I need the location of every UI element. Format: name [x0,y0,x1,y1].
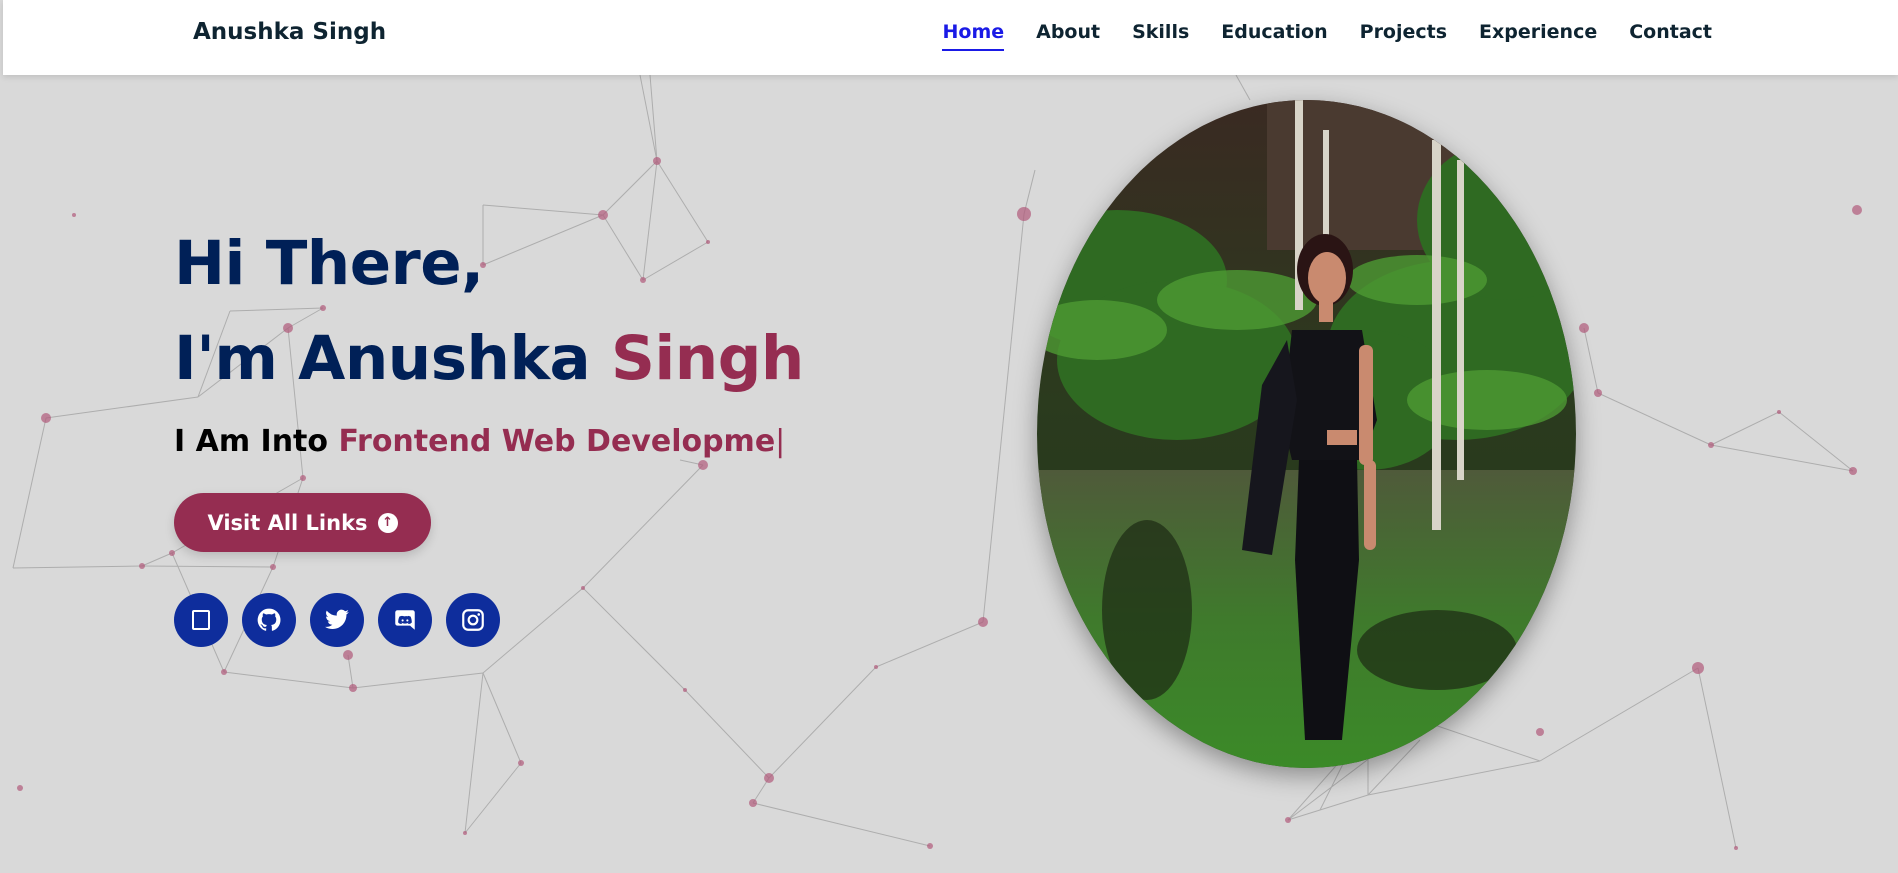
nav-link-contact[interactable]: Contact [1629,21,1712,51]
hero-intro-accent: Singh [610,323,804,394]
social-links [174,593,500,647]
hero-intro-name: I'm Anushka [174,323,591,394]
nav-link-experience[interactable]: Experience [1479,21,1597,51]
linkedin-button[interactable] [174,593,228,647]
typed-role: I Am Into Frontend Web Developme| [174,424,785,459]
brand-logo[interactable]: Anushka Singh [193,19,386,45]
nav-link-about[interactable]: About [1036,21,1100,51]
arrow-up-circle-icon: ↑ [377,512,398,533]
cta-label: Visit All Links [207,510,368,535]
navbar: Anushka Singh Home About Skills Educatio… [3,0,1898,75]
instagram-button[interactable] [446,593,500,647]
twitter-button[interactable] [310,593,364,647]
instagram-icon [462,609,484,631]
discord-button[interactable] [378,593,432,647]
nav-link-projects[interactable]: Projects [1360,21,1447,51]
linkedin-icon [192,610,210,630]
nav-link-skills[interactable]: Skills [1132,21,1189,51]
github-button[interactable] [242,593,296,647]
profile-photo [1037,100,1576,768]
nav-link-home[interactable]: Home [942,21,1005,51]
github-icon [257,608,281,631]
hero-intro: I'm Anushka Singh [174,323,804,394]
typed-cursor: | [775,424,786,459]
discord-icon [395,610,415,630]
profile-photo-illustration [1037,100,1576,768]
typed-prefix: I Am Into [174,424,328,459]
visit-all-links-button[interactable]: Visit All Links ↑ [174,493,431,552]
nav-links: Home About Skills Education Projects Exp… [910,21,1712,51]
typed-text: Frontend Web Developme [338,424,776,459]
particle-network-background [12,75,1862,850]
nav-link-education[interactable]: Education [1221,21,1327,51]
hero-greeting: Hi There, [174,228,484,299]
twitter-icon [325,609,349,629]
